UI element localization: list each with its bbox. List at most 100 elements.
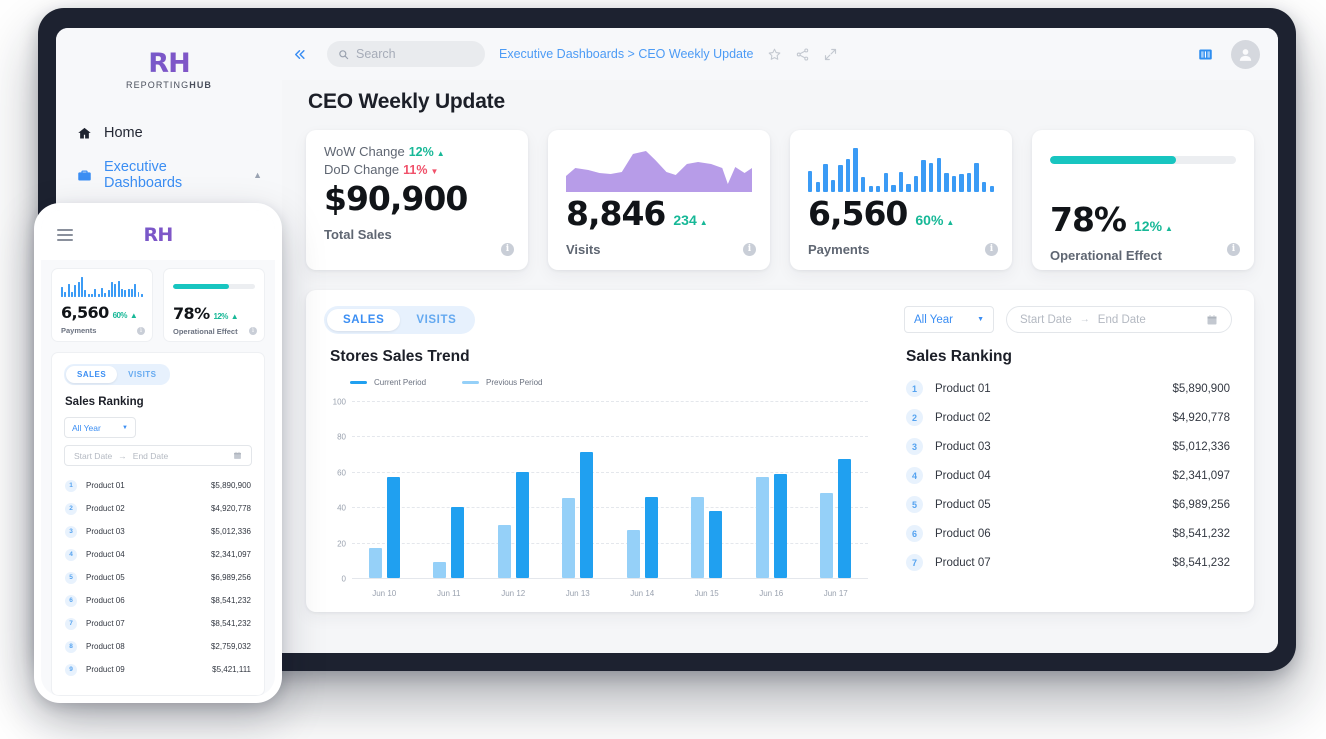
ranking-row[interactable]: 4 Product 04 $2,341,097 <box>904 461 1232 490</box>
legend-label-previous-period: Previous Period <box>486 378 543 387</box>
bar-current-period[interactable] <box>709 510 723 578</box>
bar-previous-period[interactable] <box>626 530 640 578</box>
ranking-row[interactable]: 5 Product 05 $6,989,256 <box>904 490 1232 519</box>
search-input[interactable] <box>356 47 474 61</box>
x-axis-tick: Jun 15 <box>694 589 719 598</box>
arrow-right-icon: → <box>118 450 127 461</box>
star-icon[interactable] <box>767 47 782 62</box>
search-icon <box>338 49 349 60</box>
main-area: Executive Dashboards > CEO Weekly Update <box>282 28 1278 653</box>
y-axis-tick: 80 <box>337 432 346 442</box>
brand-name-bold: HUB <box>189 80 213 90</box>
expand-icon[interactable] <box>823 47 838 62</box>
year-filter-select[interactable]: All Year ▼ <box>904 306 994 333</box>
page-action-icons <box>767 47 838 62</box>
bar-previous-period[interactable] <box>368 547 382 578</box>
year-filter-value: All Year <box>914 313 954 326</box>
bottom-panel: SALES VISITS Stores Sales Trend Current … <box>306 290 1254 612</box>
dod-change-line: DoD Change 11% <box>324 162 510 177</box>
bar-current-period[interactable] <box>386 477 400 578</box>
search-box[interactable] <box>327 41 485 67</box>
tab-visits[interactable]: VISITS <box>400 309 472 331</box>
kpi-delta-visits: 234 <box>673 212 707 228</box>
tab-sales[interactable]: SALES <box>327 309 401 331</box>
bar-current-period[interactable] <box>644 496 658 578</box>
start-date-input[interactable]: Start Date <box>1020 314 1072 326</box>
bar-current-period[interactable] <box>451 507 465 578</box>
info-icon[interactable]: i <box>249 327 257 335</box>
mobile-tab-visits[interactable]: VISITS <box>117 366 167 383</box>
bar-group <box>481 401 546 578</box>
ranking-list: 1 Product 01 $5,890,900 2 Product 02 $4,920,7… <box>904 374 1232 577</box>
x-axis-tick: Jun 17 <box>823 589 848 598</box>
sidebar-item-executive-dashboards[interactable]: Executive Dashboards ▲ <box>56 150 282 200</box>
ranking-row[interactable]: 2 Product 02 $4,920,778 <box>64 497 252 520</box>
rank-value: $6,989,256 <box>1172 498 1230 511</box>
date-range-picker[interactable]: Start Date → End Date <box>1006 306 1232 333</box>
info-icon[interactable]: i <box>501 243 514 256</box>
mobile-progress-bar <box>173 284 255 289</box>
ranking-row[interactable]: 3 Product 03 $5,012,336 <box>64 520 252 543</box>
bar-current-period[interactable] <box>580 452 594 578</box>
bar-group <box>739 401 804 578</box>
info-icon[interactable]: i <box>1227 243 1240 256</box>
mobile-tab-sales[interactable]: SALES <box>66 366 118 383</box>
kpi-label-operational-effect: Operational Effect <box>1050 248 1162 264</box>
rank-badge: 2 <box>65 502 77 515</box>
bar-previous-period[interactable] <box>562 498 576 578</box>
ranking-row[interactable]: 5 Product 05 $6,989,256 <box>64 566 252 589</box>
ranking-row[interactable]: 3 Product 03 $5,012,336 <box>904 432 1232 461</box>
ranking-row[interactable]: 2 Product 02 $4,920,778 <box>904 403 1232 432</box>
rank-badge: 6 <box>906 525 923 542</box>
sidebar-item-home[interactable]: Home <box>56 116 282 150</box>
ranking-row[interactable]: 6 Product 06 $8,541,232 <box>64 589 252 612</box>
end-date-input[interactable]: End Date <box>1098 314 1146 326</box>
info-icon[interactable]: i <box>743 243 756 256</box>
y-axis-tick: 100 <box>332 397 346 407</box>
ranking-row[interactable]: 7 Product 07 $8,541,232 <box>64 612 252 635</box>
brand-name-light: REPORTING <box>125 80 190 90</box>
mobile-body: 6,560 60% Payments i 78% 12% <box>41 260 275 696</box>
ranking-row[interactable]: 9 Product 09 $5,421,111 <box>64 658 252 681</box>
home-icon <box>76 125 92 141</box>
bar-group <box>610 401 675 578</box>
share-icon[interactable] <box>795 47 810 62</box>
ranking-section: All Year ▼ Start Date → End Date Sales R… <box>894 290 1254 612</box>
mobile-year-filter-select[interactable]: All Year ▼ <box>64 417 136 438</box>
bar-previous-period[interactable] <box>691 496 705 578</box>
rank-product-name: Product 04 <box>935 469 991 482</box>
ranking-row[interactable]: 8 Product 08 $2,759,032 <box>64 635 252 658</box>
mobile-date-range-picker[interactable]: Start Date → End Date <box>64 445 252 466</box>
mobile-start-date-input[interactable]: Start Date <box>74 451 112 461</box>
hamburger-menu-icon[interactable] <box>57 229 73 241</box>
info-icon[interactable]: i <box>985 243 998 256</box>
bar-previous-period[interactable] <box>497 524 511 578</box>
bar-previous-period[interactable] <box>755 477 769 578</box>
bar-current-period[interactable] <box>773 473 787 578</box>
bar-current-period[interactable] <box>515 471 529 578</box>
gridline: 0 <box>342 575 868 584</box>
ranking-row[interactable]: 1 Product 01 $5,890,900 <box>64 474 252 497</box>
avatar[interactable] <box>1231 39 1260 69</box>
chart-tabs: SALES VISITS <box>324 306 476 334</box>
ranking-row[interactable]: 1 Product 01 $5,890,900 <box>904 374 1232 403</box>
mobile-kpi-card-operational-effect: 78% 12% Operational Effect i <box>163 268 265 342</box>
rank-product-name: Product 08 <box>86 642 125 651</box>
sidebar-collapse-button[interactable] <box>286 45 313 64</box>
mobile-kpi-value-operational-effect: 78% 12% <box>173 304 255 323</box>
rank-product-name: Product 02 <box>86 504 125 513</box>
breadcrumb[interactable]: Executive Dashboards > CEO Weekly Update <box>499 47 753 61</box>
rank-value: $6,989,256 <box>210 573 251 582</box>
bar-previous-period[interactable] <box>433 562 447 578</box>
ranking-row[interactable]: 6 Product 06 $8,541,232 <box>904 519 1232 548</box>
mobile-end-date-input[interactable]: End Date <box>133 451 168 461</box>
chart-plot-area: 0 20 40 60 80 100 <box>333 398 868 584</box>
ranking-row[interactable]: 7 Product 07 $8,541,232 <box>904 548 1232 577</box>
bar-current-period[interactable] <box>838 459 852 578</box>
mobile-kpi-value-text: 6,560 <box>61 303 109 322</box>
bar-previous-period[interactable] <box>820 493 834 578</box>
page-title: CEO Weekly Update <box>308 90 505 113</box>
info-icon[interactable]: i <box>137 327 145 335</box>
columns-layout-icon[interactable] <box>1198 47 1213 62</box>
ranking-row[interactable]: 4 Product 04 $2,341,097 <box>64 543 252 566</box>
